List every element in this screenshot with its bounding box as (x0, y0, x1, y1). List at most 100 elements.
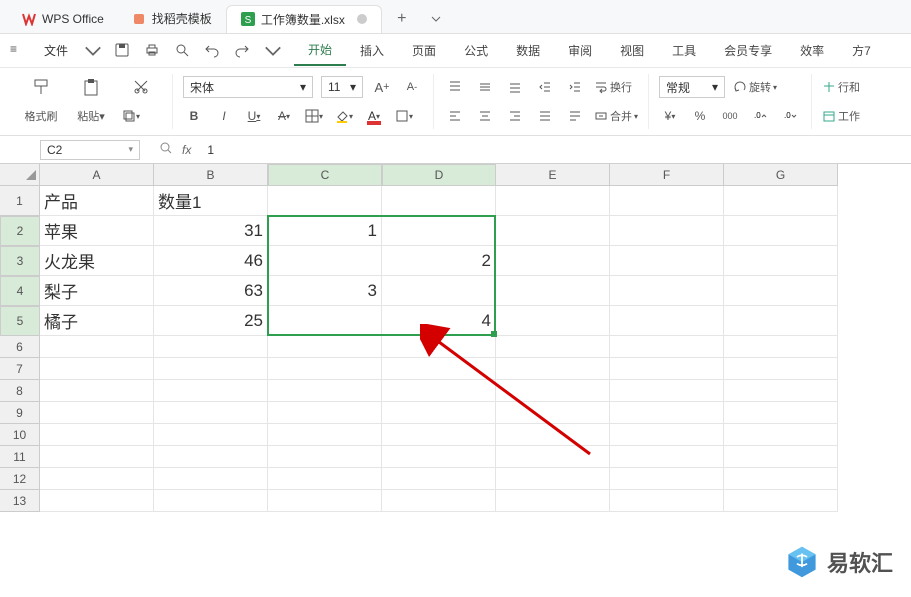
cell-empty[interactable] (154, 446, 268, 468)
cell-empty[interactable] (268, 424, 382, 446)
cell-A3[interactable]: 火龙果 (40, 246, 154, 276)
align-left-button[interactable] (444, 105, 466, 127)
cell-B2[interactable]: 31 (154, 216, 268, 246)
cell-empty[interactable] (40, 336, 154, 358)
col-header-A[interactable]: A (40, 164, 154, 186)
cell-empty[interactable] (496, 490, 610, 512)
cell-G2[interactable] (724, 216, 838, 246)
tab-add[interactable]: + (388, 5, 416, 33)
font-size-select[interactable]: 11▾ (321, 76, 363, 98)
menu-efficiency[interactable]: 效率 (786, 36, 838, 65)
cell-empty[interactable] (154, 380, 268, 402)
chevron-down-icon[interactable] (84, 42, 102, 60)
cell-G5[interactable] (724, 306, 838, 336)
align-right-button[interactable] (504, 105, 526, 127)
menu-insert[interactable]: 插入 (346, 36, 398, 65)
close-icon[interactable] (357, 14, 367, 24)
col-header-E[interactable]: E (496, 164, 610, 186)
menu-view[interactable]: 视图 (606, 36, 658, 65)
cell-A1[interactable]: 产品 (40, 186, 154, 216)
name-box[interactable]: C2▾ (40, 140, 140, 160)
tab-app[interactable]: WPS Office (8, 5, 118, 33)
redo-icon[interactable] (234, 42, 252, 60)
menu-tools[interactable]: 工具 (658, 36, 710, 65)
underline-button[interactable]: U▾ (243, 105, 265, 127)
print-icon[interactable] (144, 42, 162, 60)
cell-D5[interactable]: 4 (382, 306, 496, 336)
preview-icon[interactable] (174, 42, 192, 60)
col-header-G[interactable]: G (724, 164, 838, 186)
cell-F5[interactable] (610, 306, 724, 336)
cell-empty[interactable] (496, 446, 610, 468)
cell-empty[interactable] (724, 424, 838, 446)
cell-empty[interactable] (268, 468, 382, 490)
menu-data[interactable]: 数据 (502, 36, 554, 65)
row-header-9[interactable]: 9 (0, 402, 40, 424)
cell-empty[interactable] (40, 358, 154, 380)
cell-empty[interactable] (154, 402, 268, 424)
cell-empty[interactable] (724, 446, 838, 468)
copy-button[interactable]: ▾ (120, 105, 142, 127)
cell-empty[interactable] (154, 468, 268, 490)
phonetic-guide-button[interactable]: ▾ (393, 105, 415, 127)
cell-B3[interactable]: 46 (154, 246, 268, 276)
number-format-select[interactable]: 常规▾ (659, 76, 725, 98)
cell-C4[interactable]: 3 (268, 276, 382, 306)
row-header-4[interactable]: 4 (0, 276, 40, 306)
cell-empty[interactable] (610, 490, 724, 512)
cell-empty[interactable] (268, 446, 382, 468)
cell-E4[interactable] (496, 276, 610, 306)
row-header-11[interactable]: 11 (0, 446, 40, 468)
cell-empty[interactable] (496, 380, 610, 402)
menu-start[interactable]: 开始 (294, 35, 346, 66)
cell-empty[interactable] (610, 380, 724, 402)
strikethrough-button[interactable]: A▾ (273, 105, 295, 127)
cell-C5[interactable] (268, 306, 382, 336)
cell-B4[interactable]: 63 (154, 276, 268, 306)
cell-empty[interactable] (268, 490, 382, 512)
italic-button[interactable]: I (213, 105, 235, 127)
cell-F3[interactable] (610, 246, 724, 276)
cell-empty[interactable] (724, 336, 838, 358)
row-header-6[interactable]: 6 (0, 336, 40, 358)
row-header-7[interactable]: 7 (0, 358, 40, 380)
cell-B5[interactable]: 25 (154, 306, 268, 336)
chevron-down-icon[interactable] (264, 42, 282, 60)
row-header-10[interactable]: 10 (0, 424, 40, 446)
cell-empty[interactable] (268, 358, 382, 380)
col-header-B[interactable]: B (154, 164, 268, 186)
cell-E5[interactable] (496, 306, 610, 336)
cell-empty[interactable] (154, 490, 268, 512)
decrease-indent-button[interactable] (534, 76, 556, 98)
cell-empty[interactable] (40, 468, 154, 490)
cell-empty[interactable] (382, 424, 496, 446)
decrease-font-button[interactable]: A- (401, 76, 423, 98)
cell-empty[interactable] (724, 490, 838, 512)
cell-E2[interactable] (496, 216, 610, 246)
cell-empty[interactable] (382, 380, 496, 402)
align-center-button[interactable] (474, 105, 496, 127)
increase-font-button[interactable]: A+ (371, 76, 393, 98)
cell-empty[interactable] (496, 424, 610, 446)
cell-G3[interactable] (724, 246, 838, 276)
row-header-12[interactable]: 12 (0, 468, 40, 490)
menu-icon[interactable]: ≡ (10, 42, 28, 60)
cell-empty[interactable] (382, 446, 496, 468)
align-middle-button[interactable] (474, 76, 496, 98)
cell-empty[interactable] (610, 358, 724, 380)
cell-D1[interactable] (382, 186, 496, 216)
col-header-F[interactable]: F (610, 164, 724, 186)
row-header-13[interactable]: 13 (0, 490, 40, 512)
cell-empty[interactable] (154, 336, 268, 358)
cell-empty[interactable] (382, 336, 496, 358)
cell-F2[interactable] (610, 216, 724, 246)
cell-empty[interactable] (382, 490, 496, 512)
align-bottom-button[interactable] (504, 76, 526, 98)
cell-empty[interactable] (268, 380, 382, 402)
row-header-8[interactable]: 8 (0, 380, 40, 402)
menu-page[interactable]: 页面 (398, 36, 450, 65)
undo-icon[interactable] (204, 42, 222, 60)
cell-A5[interactable]: 橘子 (40, 306, 154, 336)
row-col-button[interactable]: 行和 (822, 76, 860, 98)
cell-empty[interactable] (610, 446, 724, 468)
